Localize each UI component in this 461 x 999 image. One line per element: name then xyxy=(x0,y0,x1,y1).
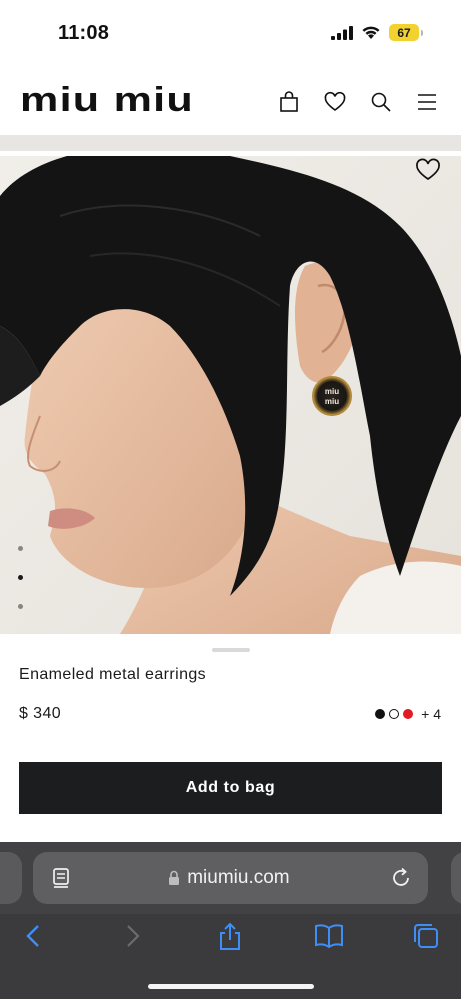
bag-icon[interactable] xyxy=(277,90,301,114)
image-dot[interactable] xyxy=(18,546,23,551)
promo-band xyxy=(0,135,461,151)
product-title: Enameled metal earrings xyxy=(19,666,207,683)
cellular-signal-icon xyxy=(331,25,353,40)
wishlist-heart-icon[interactable] xyxy=(415,158,441,182)
battery-cap xyxy=(421,29,423,36)
url-text[interactable]: miumiu.com xyxy=(33,867,428,889)
back-icon[interactable] xyxy=(20,922,48,950)
image-dot-active[interactable] xyxy=(18,575,23,580)
share-icon[interactable] xyxy=(216,922,244,950)
previous-tab-preview[interactable] xyxy=(0,852,22,904)
status-bar: 11:08 67 xyxy=(0,0,461,66)
reload-icon[interactable] xyxy=(390,866,412,890)
drag-handle[interactable] xyxy=(212,648,250,652)
status-time: 11:08 xyxy=(58,22,110,44)
brand-logo[interactable]: miu miu xyxy=(20,81,196,119)
product-photo: miu miu xyxy=(0,156,461,634)
heart-icon[interactable] xyxy=(323,90,347,114)
wifi-icon xyxy=(362,26,380,39)
svg-text:miu: miu xyxy=(325,397,339,406)
battery-level: 67 xyxy=(389,24,419,41)
url-domain: miumiu.com xyxy=(187,867,290,888)
battery-indicator: 67 xyxy=(389,24,423,41)
home-indicator xyxy=(148,984,314,989)
swatch-red[interactable] xyxy=(403,709,414,719)
color-swatches: + 4 xyxy=(375,706,441,722)
bookmarks-icon[interactable] xyxy=(314,922,343,950)
image-pagination xyxy=(18,546,23,609)
search-icon[interactable] xyxy=(369,90,393,114)
svg-text:miu: miu xyxy=(325,387,339,396)
header-icons xyxy=(277,90,439,114)
browser-toolbar xyxy=(0,918,461,958)
forward-icon[interactable] xyxy=(118,922,146,950)
add-to-bag-button[interactable]: Add to bag xyxy=(19,762,442,814)
address-bar[interactable]: miumiu.com xyxy=(33,852,428,904)
browser-bottom-bar: miumiu.com xyxy=(0,842,461,999)
site-header: miu miu xyxy=(0,66,461,136)
image-dot[interactable] xyxy=(18,604,23,609)
next-tab-preview[interactable] xyxy=(451,852,461,904)
status-icons: 67 xyxy=(331,24,423,41)
swatch-black[interactable] xyxy=(375,709,386,719)
address-bar-area: miumiu.com xyxy=(0,842,461,914)
miu-miu-logo: miu miu xyxy=(20,81,194,119)
swatch-white[interactable] xyxy=(389,709,400,719)
brand-logo-text: miu miu xyxy=(20,86,194,114)
more-colors-count[interactable]: + 4 xyxy=(421,706,441,722)
tabs-icon[interactable] xyxy=(412,922,440,950)
menu-icon[interactable] xyxy=(415,90,439,114)
product-image[interactable]: miu miu xyxy=(0,156,461,634)
product-price: $ 340 xyxy=(19,705,62,722)
